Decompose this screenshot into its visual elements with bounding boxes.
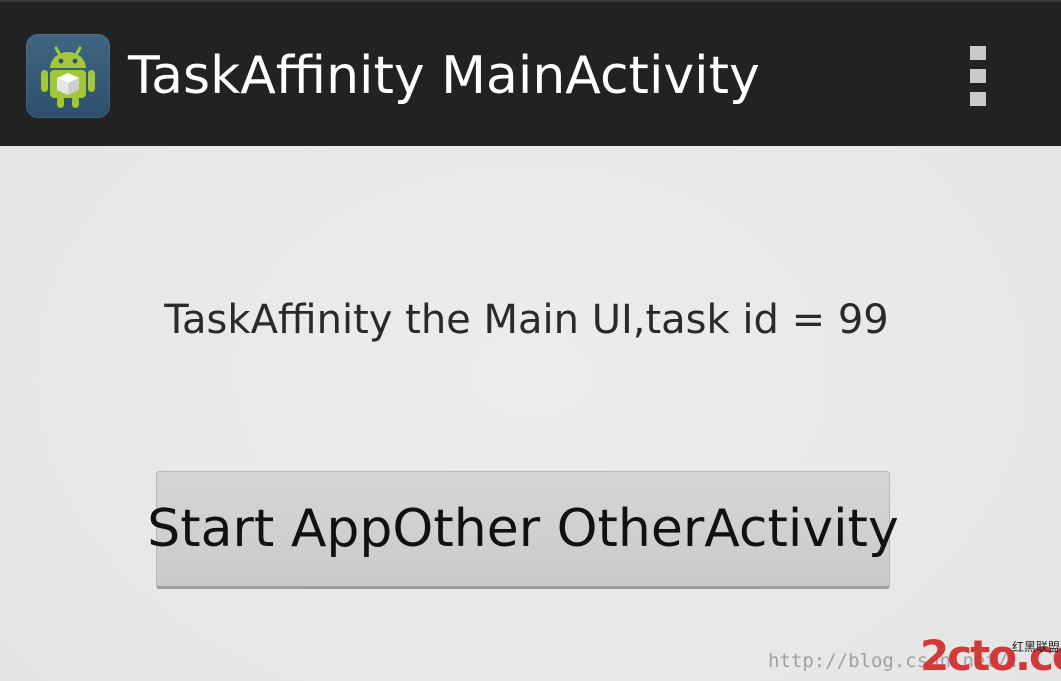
overflow-dot xyxy=(970,92,986,106)
overflow-dot xyxy=(970,46,986,60)
watermark-logo: 2cto.com 红黑联盟 xyxy=(920,632,1061,681)
android-robot-icon[interactable] xyxy=(26,34,110,118)
start-button-label: Start AppOther OtherActivity xyxy=(147,499,899,559)
watermark-logo-small: 红黑联盟 xyxy=(1012,640,1061,654)
start-other-activity-button[interactable]: Start AppOther OtherActivity xyxy=(147,471,899,589)
android-screen: TaskAffinity MainActivity TaskAffinity t… xyxy=(0,0,1061,681)
app-title: TaskAffinity MainActivity xyxy=(128,46,760,106)
overflow-dot xyxy=(970,69,986,83)
action-bar: TaskAffinity MainActivity xyxy=(0,0,1061,146)
overflow-menu-icon[interactable] xyxy=(948,32,1010,122)
task-id-label: TaskAffinity the Main UI,task id = 99 xyxy=(164,297,889,343)
